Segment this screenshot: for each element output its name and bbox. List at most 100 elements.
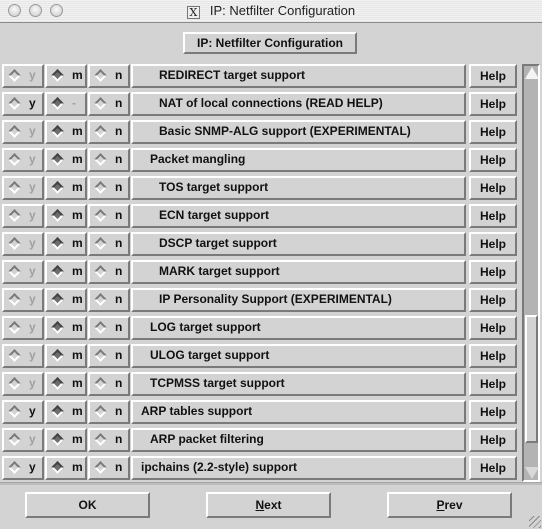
option-label-button[interactable]: TCPMSS target support — [131, 372, 466, 396]
radio-selected-icon — [51, 181, 64, 194]
radio-y[interactable]: y — [2, 92, 44, 116]
resize-grip-icon[interactable] — [529, 516, 541, 528]
option-label-button[interactable]: Basic SNMP-ALG support (EXPERIMENTAL) — [131, 120, 466, 144]
radio-n[interactable]: n — [88, 120, 130, 144]
help-button[interactable]: Help — [469, 64, 517, 88]
radio-unselected-icon — [94, 461, 107, 474]
radio-m[interactable]: m — [45, 148, 87, 172]
help-button-label: Help — [479, 265, 506, 279]
radio-n[interactable]: n — [88, 344, 130, 368]
radio-y[interactable]: y — [2, 288, 44, 312]
option-label-button[interactable]: NAT of local connections (READ HELP) — [131, 92, 466, 116]
option-label: ipchains (2.2-style) support — [141, 460, 298, 474]
radio-y[interactable]: y — [2, 120, 44, 144]
option-row: y m n ARP tables support Help — [0, 398, 522, 426]
radio-n[interactable]: n — [88, 232, 130, 256]
help-button[interactable]: Help — [469, 428, 517, 452]
radio-m[interactable]: m — [45, 204, 87, 228]
radio-selected-icon — [51, 433, 64, 446]
ok-button[interactable]: OK — [25, 492, 150, 518]
radio-y[interactable]: y — [2, 372, 44, 396]
radio-m[interactable]: m — [45, 456, 87, 480]
radio-y[interactable]: y — [2, 456, 44, 480]
option-label-button[interactable]: DSCP target support — [131, 232, 466, 256]
option-label: MARK target support — [159, 264, 280, 278]
help-button[interactable]: Help — [469, 232, 517, 256]
help-button[interactable]: Help — [469, 288, 517, 312]
radio-y[interactable]: y — [2, 260, 44, 284]
option-label-button[interactable]: MARK target support — [131, 260, 466, 284]
radio-unselected-icon — [94, 153, 107, 166]
radio-m[interactable]: m — [45, 316, 87, 340]
option-label-button[interactable]: ULOG target support — [131, 344, 466, 368]
scrollbar-thumb[interactable] — [525, 315, 538, 443]
help-button[interactable]: Help — [469, 344, 517, 368]
radio-y[interactable]: y — [2, 428, 44, 452]
radio-y[interactable]: y — [2, 232, 44, 256]
help-button[interactable]: Help — [469, 400, 517, 424]
vertical-scrollbar[interactable] — [522, 64, 540, 482]
radio-m[interactable]: m — [45, 260, 87, 284]
radio-y[interactable]: y — [2, 400, 44, 424]
option-label-button[interactable]: ARP tables support — [131, 400, 466, 424]
radio-y[interactable]: y — [2, 316, 44, 340]
radio-m[interactable]: m — [45, 428, 87, 452]
radio-unselected-icon — [8, 377, 21, 390]
radio-m[interactable]: m — [45, 176, 87, 200]
scroll-down-arrow-icon[interactable] — [525, 467, 539, 479]
prev-button[interactable]: Prev — [387, 492, 512, 518]
option-label-button[interactable]: ARP packet filtering — [131, 428, 466, 452]
radio-n[interactable]: n — [88, 176, 130, 200]
radio-n[interactable]: n — [88, 148, 130, 172]
radio-m[interactable]: m — [45, 232, 87, 256]
radio-m[interactable]: - — [45, 92, 87, 116]
help-button[interactable]: Help — [469, 372, 517, 396]
radio-n-label: n — [115, 68, 123, 82]
option-label-button[interactable]: ECN target support — [131, 204, 466, 228]
help-button-label: Help — [479, 461, 506, 475]
help-button[interactable]: Help — [469, 120, 517, 144]
option-label-button[interactable]: TOS target support — [131, 176, 466, 200]
radio-selected-icon — [51, 237, 64, 250]
section-header-button[interactable]: IP: Netfilter Configuration — [183, 32, 357, 54]
radio-n[interactable]: n — [88, 64, 130, 88]
radio-n[interactable]: n — [88, 288, 130, 312]
radio-y[interactable]: y — [2, 344, 44, 368]
radio-m[interactable]: m — [45, 400, 87, 424]
option-label-button[interactable]: IP Personality Support (EXPERIMENTAL) — [131, 288, 466, 312]
help-button[interactable]: Help — [469, 148, 517, 172]
radio-n[interactable]: n — [88, 260, 130, 284]
radio-m[interactable]: m — [45, 344, 87, 368]
radio-y[interactable]: y — [2, 64, 44, 88]
radio-n[interactable]: n — [88, 372, 130, 396]
radio-y[interactable]: y — [2, 204, 44, 228]
radio-n[interactable]: n — [88, 92, 130, 116]
radio-m[interactable]: m — [45, 372, 87, 396]
radio-y-label: y — [29, 236, 36, 250]
next-button[interactable]: Next — [206, 492, 331, 518]
help-button[interactable]: Help — [469, 316, 517, 340]
help-button[interactable]: Help — [469, 92, 517, 116]
radio-selected-icon — [51, 377, 64, 390]
option-label-button[interactable]: Packet mangling — [131, 148, 466, 172]
radio-n-label: n — [115, 348, 123, 362]
option-label-button[interactable]: REDIRECT target support — [131, 64, 466, 88]
radio-n[interactable]: n — [88, 428, 130, 452]
radio-m[interactable]: m — [45, 120, 87, 144]
radio-y[interactable]: y — [2, 176, 44, 200]
radio-n[interactable]: n — [88, 204, 130, 228]
radio-y-label: y — [29, 264, 36, 278]
help-button[interactable]: Help — [469, 204, 517, 228]
radio-n[interactable]: n — [88, 316, 130, 340]
radio-n[interactable]: n — [88, 456, 130, 480]
help-button[interactable]: Help — [469, 176, 517, 200]
help-button[interactable]: Help — [469, 260, 517, 284]
option-label-button[interactable]: LOG target support — [131, 316, 466, 340]
radio-m[interactable]: m — [45, 288, 87, 312]
option-label-button[interactable]: ipchains (2.2-style) support — [131, 456, 466, 480]
radio-m[interactable]: m — [45, 64, 87, 88]
scroll-up-arrow-icon[interactable] — [525, 67, 539, 79]
radio-n[interactable]: n — [88, 400, 130, 424]
help-button[interactable]: Help — [469, 456, 517, 480]
radio-y[interactable]: y — [2, 148, 44, 172]
